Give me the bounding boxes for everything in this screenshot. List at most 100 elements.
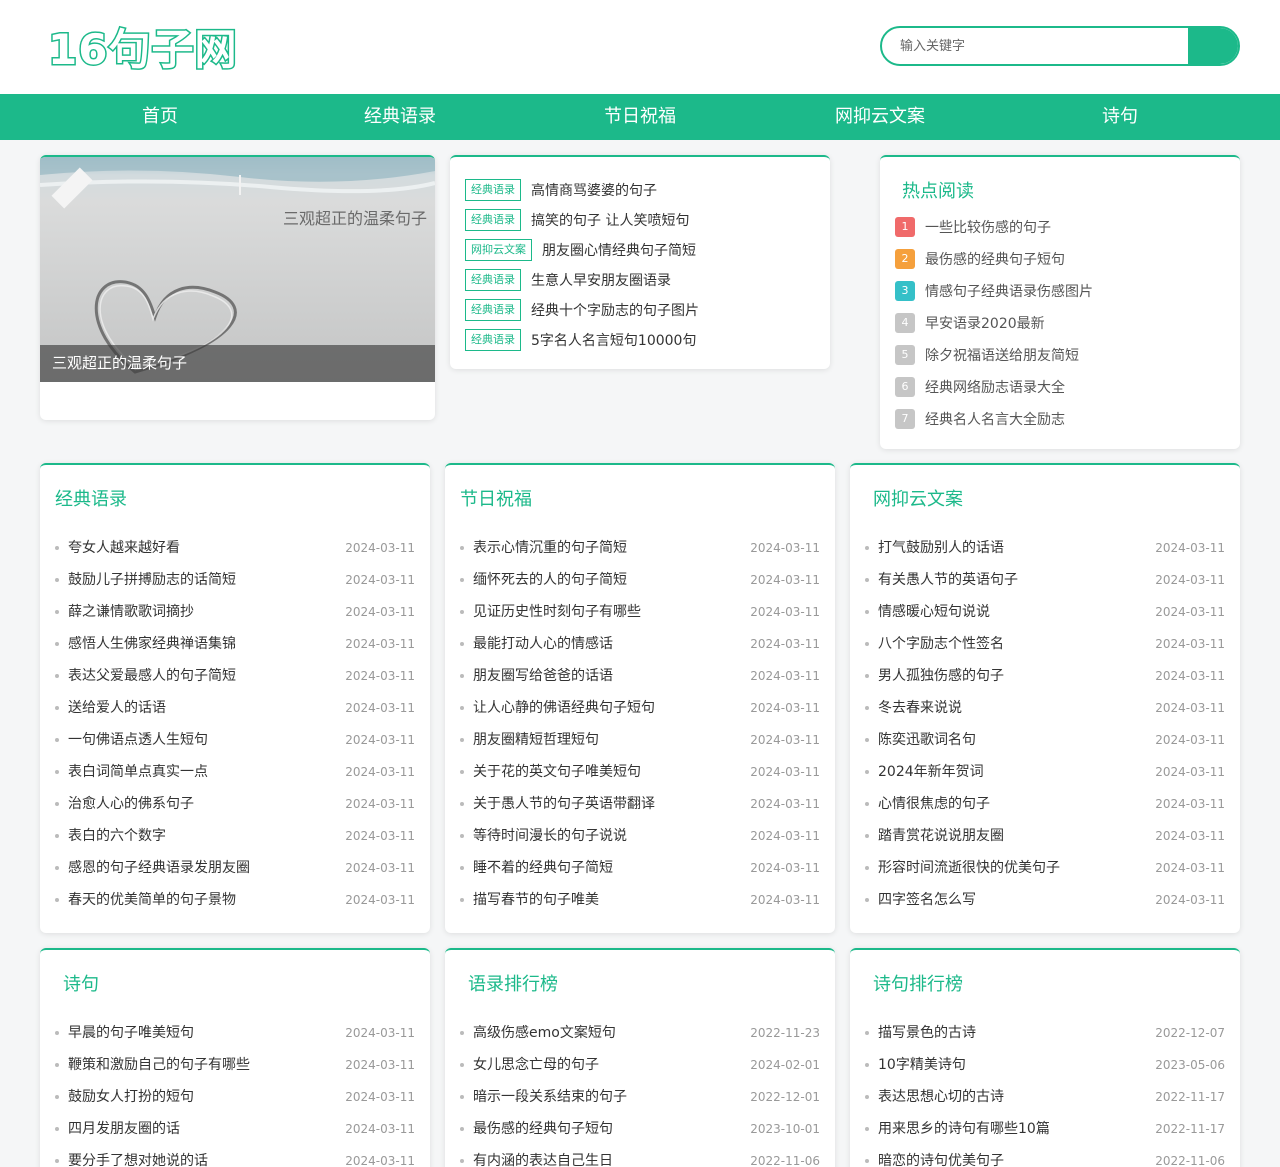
category-tag[interactable]: 经典语录 xyxy=(465,269,521,291)
section-title[interactable]: 节日祝福 xyxy=(460,485,532,511)
list-item[interactable]: 暗恋的诗句优美句子 2022-11-06 xyxy=(865,1150,1225,1167)
list-item-title[interactable]: 暗恋的诗句优美句子 xyxy=(878,1150,1004,1167)
hot-item-title[interactable]: 除夕祝福语送给朋友简短 xyxy=(925,345,1079,365)
category-tag[interactable]: 经典语录 xyxy=(465,209,521,231)
list-item-title[interactable]: 鞭策和激励自己的句子有哪些 xyxy=(68,1054,250,1076)
list-item-title[interactable]: 10字精美诗句 xyxy=(878,1054,966,1076)
list-item[interactable]: 高级伤感emo文案短句 2022-11-23 xyxy=(460,1022,820,1044)
list-item[interactable]: 表示心情沉重的句子简短 2024-03-11 xyxy=(460,537,820,559)
featured-item[interactable]: 经典语录 高情商骂婆婆的句子 xyxy=(465,179,657,201)
list-item[interactable]: 四月发朋友圈的话 2024-03-11 xyxy=(55,1118,415,1140)
list-item[interactable]: 薛之谦情歌歌词摘抄 2024-03-11 xyxy=(55,601,415,623)
list-item[interactable]: 缅怀死去的人的句子简短 2024-03-11 xyxy=(460,569,820,591)
search-input[interactable] xyxy=(882,28,1192,64)
list-item[interactable]: 女儿思念亡母的句子 2024-02-01 xyxy=(460,1054,820,1076)
list-item[interactable]: 有内涵的表达自己生日 2022-11-06 xyxy=(460,1150,820,1167)
list-item-title[interactable]: 鼓励儿子拼搏励志的话简短 xyxy=(68,569,236,591)
list-item-title[interactable]: 朋友圈写给爸爸的话语 xyxy=(473,665,613,687)
list-item[interactable]: 治愈人心的佛系句子 2024-03-11 xyxy=(55,793,415,815)
section-title[interactable]: 诗句 xyxy=(63,970,99,996)
list-item-title[interactable]: 四字签名怎么写 xyxy=(878,889,976,911)
list-item[interactable]: 最伤感的经典句子短句 2023-10-01 xyxy=(460,1118,820,1140)
list-item-title[interactable]: 缅怀死去的人的句子简短 xyxy=(473,569,627,591)
list-item-title[interactable]: 有内涵的表达自己生日 xyxy=(473,1150,613,1167)
banner-image[interactable]: 三观超正的温柔句子 三观超正的温柔句子 xyxy=(40,157,435,382)
banner-caption[interactable]: 三观超正的温柔句子 xyxy=(40,345,435,382)
list-item-title[interactable]: 打气鼓励别人的话语 xyxy=(878,537,1004,559)
list-item[interactable]: 2024年新年贺词 2024-03-11 xyxy=(865,761,1225,783)
list-item-title[interactable]: 心情很焦虑的句子 xyxy=(878,793,990,815)
featured-title[interactable]: 搞笑的句子 让人笑喷短句 xyxy=(531,210,689,230)
list-item[interactable]: 心情很焦虑的句子 2024-03-11 xyxy=(865,793,1225,815)
list-item[interactable]: 要分手了想对她说的话 2024-03-11 xyxy=(55,1150,415,1167)
list-item-title[interactable]: 四月发朋友圈的话 xyxy=(68,1118,180,1140)
featured-item[interactable]: 经典语录 搞笑的句子 让人笑喷短句 xyxy=(465,209,689,231)
featured-item[interactable]: 经典语录 5字名人名言短句10000句 xyxy=(465,329,696,351)
list-item[interactable]: 表白词简单点真实一点 2024-03-11 xyxy=(55,761,415,783)
list-item[interactable]: 陈奕迅歌词名句 2024-03-11 xyxy=(865,729,1225,751)
list-item-title[interactable]: 表白词简单点真实一点 xyxy=(68,761,208,783)
list-item-title[interactable]: 让人心静的佛语经典句子短句 xyxy=(473,697,655,719)
list-item[interactable]: 送给爱人的话语 2024-03-11 xyxy=(55,697,415,719)
list-item[interactable]: 表达父爱最感人的句子简短 2024-03-11 xyxy=(55,665,415,687)
list-item-title[interactable]: 冬去春来说说 xyxy=(878,697,962,719)
list-item-title[interactable]: 形容时间流逝很快的优美句子 xyxy=(878,857,1060,879)
section-title[interactable]: 网抑云文案 xyxy=(873,485,963,511)
featured-title[interactable]: 高情商骂婆婆的句子 xyxy=(531,180,657,200)
list-item-title[interactable]: 表达思想心切的古诗 xyxy=(878,1086,1004,1108)
list-item-title[interactable]: 最能打动人心的情感话 xyxy=(473,633,613,655)
list-item-title[interactable]: 有关愚人节的英语句子 xyxy=(878,569,1018,591)
featured-title[interactable]: 生意人早安朋友圈语录 xyxy=(531,270,671,290)
list-item[interactable]: 朋友圈精短哲理短句 2024-03-11 xyxy=(460,729,820,751)
list-item-title[interactable]: 治愈人心的佛系句子 xyxy=(68,793,194,815)
featured-title[interactable]: 经典十个字励志的句子图片 xyxy=(531,300,699,320)
hot-item-title[interactable]: 经典名人名言大全励志 xyxy=(925,409,1065,429)
list-item-title[interactable]: 关于花的英文句子唯美短句 xyxy=(473,761,641,783)
section-title[interactable]: 诗句排行榜 xyxy=(873,970,963,996)
list-item[interactable]: 夸女人越来越好看 2024-03-11 xyxy=(55,537,415,559)
list-item[interactable]: 10字精美诗句 2023-05-06 xyxy=(865,1054,1225,1076)
nav-item-classic-quotes[interactable]: 经典语录 xyxy=(280,94,520,140)
list-item-title[interactable]: 描写景色的古诗 xyxy=(878,1022,976,1044)
list-item-title[interactable]: 感恩的句子经典语录发朋友圈 xyxy=(68,857,250,879)
hot-item-title[interactable]: 最伤感的经典句子短句 xyxy=(925,249,1065,269)
list-item[interactable]: 鼓励女人打扮的短句 2024-03-11 xyxy=(55,1086,415,1108)
list-item-title[interactable]: 表白的六个数字 xyxy=(68,825,166,847)
list-item[interactable]: 感恩的句子经典语录发朋友圈 2024-03-11 xyxy=(55,857,415,879)
list-item-title[interactable]: 暗示一段关系结束的句子 xyxy=(473,1086,627,1108)
list-item[interactable]: 打气鼓励别人的话语 2024-03-11 xyxy=(865,537,1225,559)
list-item-title[interactable]: 朋友圈精短哲理短句 xyxy=(473,729,599,751)
list-item-title[interactable]: 陈奕迅歌词名句 xyxy=(878,729,976,751)
featured-item[interactable]: 网抑云文案 朋友圈心情经典句子简短 xyxy=(465,239,696,261)
list-item[interactable]: 男人孤独伤感的句子 2024-03-11 xyxy=(865,665,1225,687)
list-item[interactable]: 早晨的句子唯美短句 2024-03-11 xyxy=(55,1022,415,1044)
list-item[interactable]: 暗示一段关系结束的句子 2022-12-01 xyxy=(460,1086,820,1108)
list-item[interactable]: 描写景色的古诗 2022-12-07 xyxy=(865,1022,1225,1044)
list-item[interactable]: 等待时间漫长的句子说说 2024-03-11 xyxy=(460,825,820,847)
list-item[interactable]: 见证历史性时刻句子有哪些 2024-03-11 xyxy=(460,601,820,623)
section-title[interactable]: 经典语录 xyxy=(55,485,127,511)
list-item-title[interactable]: 表达父爱最感人的句子简短 xyxy=(68,665,236,687)
list-item-title[interactable]: 薛之谦情歌歌词摘抄 xyxy=(68,601,194,623)
list-item-title[interactable]: 最伤感的经典句子短句 xyxy=(473,1118,613,1140)
featured-item[interactable]: 经典语录 经典十个字励志的句子图片 xyxy=(465,299,699,321)
list-item-title[interactable]: 2024年新年贺词 xyxy=(878,761,984,783)
list-item-title[interactable]: 男人孤独伤感的句子 xyxy=(878,665,1004,687)
category-tag[interactable]: 网抑云文案 xyxy=(465,239,532,261)
list-item-title[interactable]: 要分手了想对她说的话 xyxy=(68,1150,208,1167)
hot-item-title[interactable]: 一些比较伤感的句子 xyxy=(925,217,1051,237)
list-item[interactable]: 关于愚人节的句子英语带翻译 2024-03-11 xyxy=(460,793,820,815)
hot-item-title[interactable]: 早安语录2020最新 xyxy=(925,313,1045,333)
list-item-title[interactable]: 表示心情沉重的句子简短 xyxy=(473,537,627,559)
list-item-title[interactable]: 用来思乡的诗句有哪些10篇 xyxy=(878,1118,1050,1140)
hot-item-title[interactable]: 经典网络励志语录大全 xyxy=(925,377,1065,397)
list-item[interactable]: 关于花的英文句子唯美短句 2024-03-11 xyxy=(460,761,820,783)
nav-item-home[interactable]: 首页 xyxy=(40,94,280,140)
hot-item[interactable]: 2 最伤感的经典句子短句 xyxy=(895,249,1065,269)
list-item-title[interactable]: 八个字励志个性签名 xyxy=(878,633,1004,655)
hot-item-title[interactable]: 情感句子经典语录伤感图片 xyxy=(925,281,1093,301)
list-item[interactable]: 描写春节的句子唯美 2024-03-11 xyxy=(460,889,820,911)
category-tag[interactable]: 经典语录 xyxy=(465,299,521,321)
list-item-title[interactable]: 描写春节的句子唯美 xyxy=(473,889,599,911)
list-item[interactable]: 八个字励志个性签名 2024-03-11 xyxy=(865,633,1225,655)
